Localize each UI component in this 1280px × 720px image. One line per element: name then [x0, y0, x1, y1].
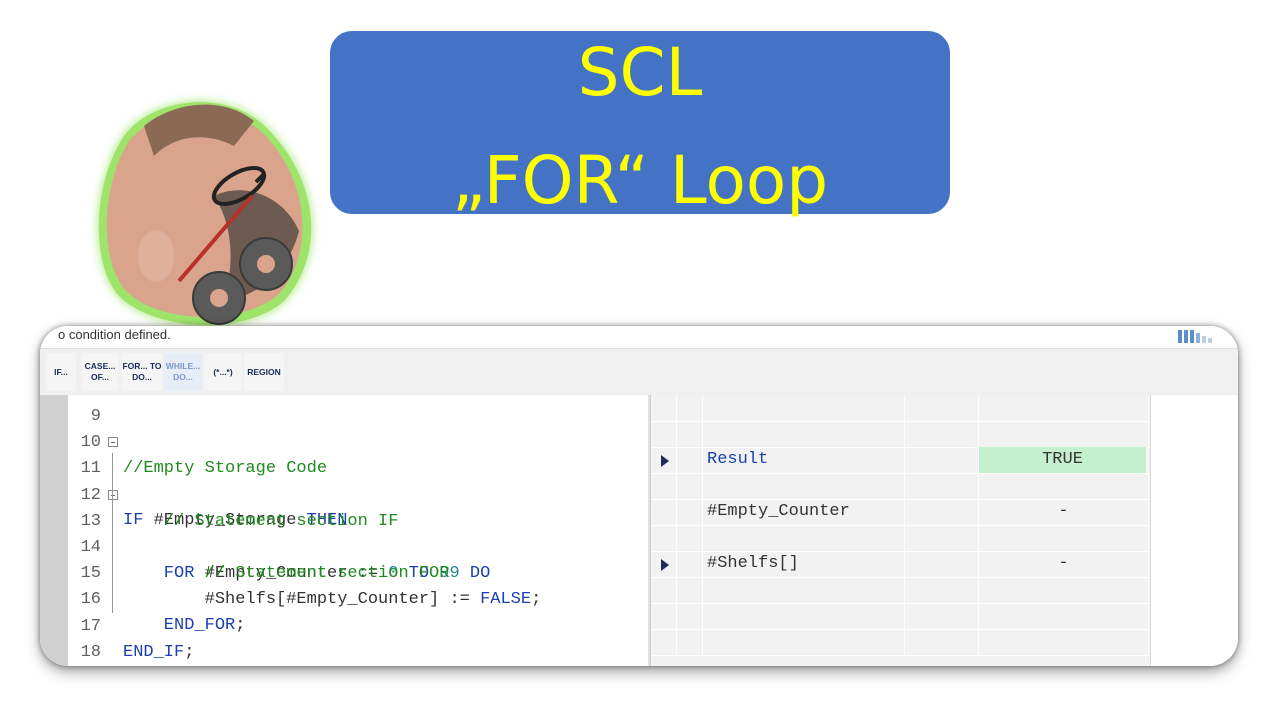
code-line-18: 18 — [68, 614, 648, 662]
table-row — [651, 473, 1151, 500]
code-line-10: 10 //Empty Storage Code — [68, 404, 648, 478]
watch-table: Result TRUE #Empty_Counter - #Shelfs[] - — [650, 395, 1151, 666]
code-line-11: 11 IF #Empty_Storage THEN — [68, 430, 648, 530]
fold-bracket — [112, 505, 113, 587]
expand-arrow-icon[interactable] — [661, 455, 669, 467]
watch-name: Result — [703, 447, 905, 473]
code-line-15: 15 #Shelfs[#Empty_Counter] := FALSE; — [68, 535, 648, 609]
fold-toggle-icon[interactable] — [108, 489, 118, 500]
expand-arrow-icon[interactable] — [661, 559, 669, 571]
watch-value: - — [979, 499, 1149, 525]
title-line-2: „FOR“ Loop — [451, 142, 829, 219]
table-row — [651, 577, 1151, 604]
table-row — [651, 421, 1151, 448]
table-row — [651, 525, 1151, 552]
code-line-12: 12 // Statement section IF — [68, 457, 648, 531]
title-line-1: SCL — [577, 34, 703, 111]
editor-gutter — [40, 395, 68, 666]
code-line-14: 14 // Statement section FOR — [68, 509, 648, 583]
code-line-19: 19 — [68, 640, 648, 666]
code-line-9: 9 — [68, 378, 648, 426]
code-line-17: 17 END_IF; — [68, 588, 648, 662]
watch-row-result[interactable]: Result TRUE — [651, 447, 1151, 474]
code-line-13: 13 FOR #Empty_Counter := 0 TO 99 DO — [68, 483, 648, 583]
watch-row-empty-counter[interactable]: #Empty_Counter - — [651, 499, 1151, 526]
watch-value: TRUE — [979, 447, 1147, 473]
table-row — [651, 395, 1151, 422]
fold-toggle-icon[interactable] — [108, 437, 118, 448]
signal-bars-icon — [1178, 330, 1212, 343]
watch-name: #Shelfs[] — [703, 551, 905, 577]
code-line-16: 16 END_FOR; — [68, 561, 648, 635]
status-bar: o condition defined. — [40, 326, 1238, 348]
table-row — [651, 629, 1151, 656]
table-row — [651, 603, 1151, 630]
presenter-avatar — [98, 102, 312, 325]
watch-name: #Empty_Counter — [703, 499, 905, 525]
status-message: o condition defined. — [58, 327, 171, 342]
right-empty-area — [1150, 395, 1238, 666]
watch-row-shelfs[interactable]: #Shelfs[] - — [651, 551, 1151, 578]
watch-value: - — [979, 551, 1149, 577]
code-editor[interactable]: 9 10 //Empty Storage Code 11 IF #Empty_S… — [40, 395, 650, 666]
ide-panel: o condition defined. IF... CASE... OF...… — [40, 326, 1238, 666]
